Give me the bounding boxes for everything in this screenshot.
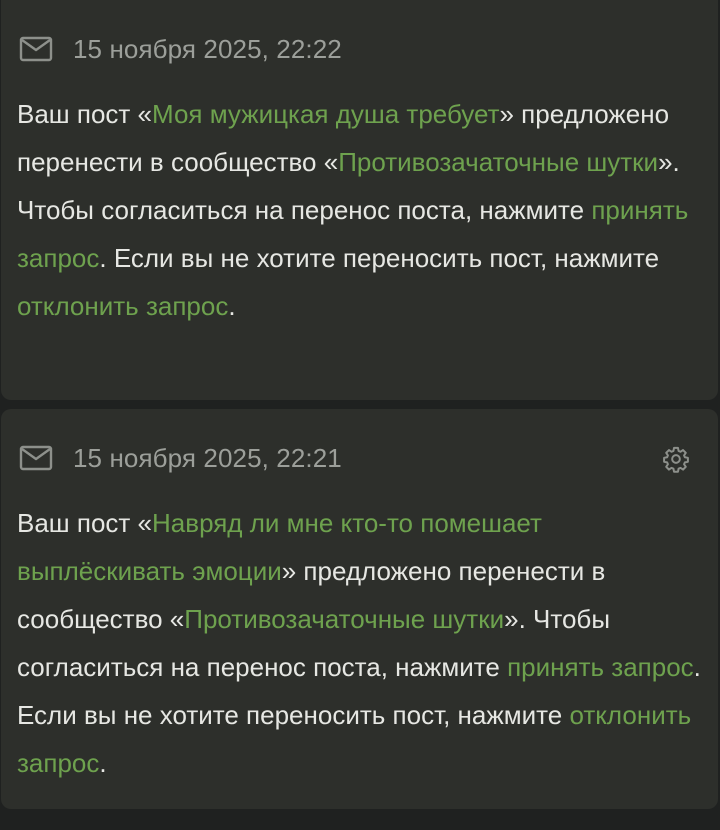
community-link[interactable]: Противозачаточные шутки — [184, 604, 504, 634]
mail-icon — [19, 445, 53, 471]
text-segment: . Если вы не хотите переносить пост, наж… — [99, 243, 660, 273]
decline-request-link[interactable]: отклонить запрос — [17, 291, 228, 321]
gear-icon[interactable] — [662, 445, 690, 473]
notification-text: Ваш пост «Моя мужицкая душа требует» пре… — [17, 90, 702, 330]
text-segment: . — [99, 748, 107, 778]
notification-feed: 15 ноября 2025, 22:22 Ваш пост «Моя мужи… — [0, 0, 720, 830]
community-link[interactable]: Противозачаточные шутки — [338, 147, 658, 177]
notification-header: 15 ноября 2025, 22:21 — [19, 439, 702, 477]
text-segment: Ваш пост « — [17, 99, 153, 129]
notification-card: 15 ноября 2025, 22:22 Ваш пост «Моя мужи… — [1, 0, 718, 400]
mail-icon — [19, 36, 53, 62]
notification-card: 15 ноября 2025, 22:21 Ваш пост «Навряд л… — [1, 409, 718, 809]
notification-header: 15 ноября 2025, 22:22 — [19, 30, 702, 68]
text-segment: Ваш пост « — [17, 508, 153, 538]
post-title-link[interactable]: Моя мужицкая душа требует — [152, 99, 499, 129]
notification-text: Ваш пост «Навряд ли мне кто-то помешает … — [17, 499, 702, 787]
accept-request-link[interactable]: принять запрос — [507, 652, 694, 682]
notification-date: 15 ноября 2025, 22:21 — [73, 442, 342, 473]
notification-date: 15 ноября 2025, 22:22 — [73, 33, 342, 64]
text-segment: . — [228, 291, 236, 321]
